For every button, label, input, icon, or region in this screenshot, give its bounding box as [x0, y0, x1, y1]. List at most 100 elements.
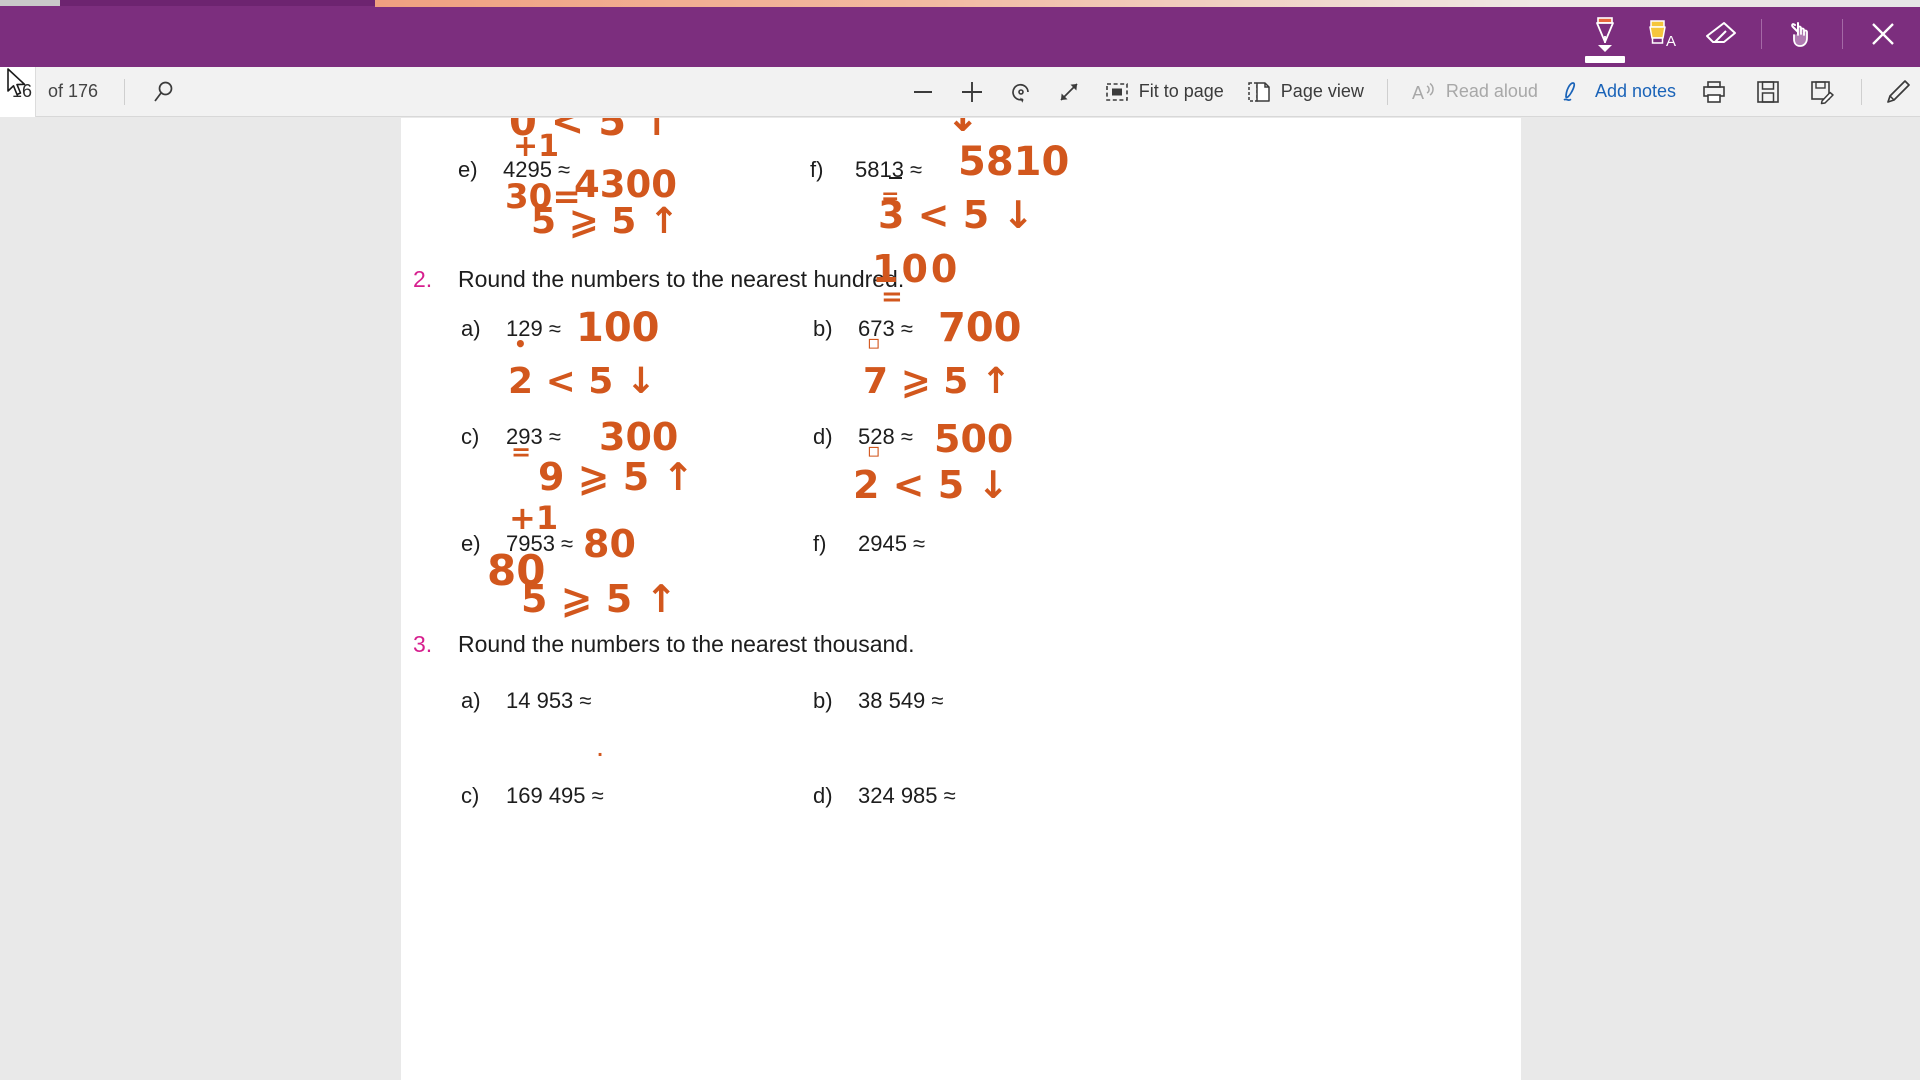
add-notes-label: Add notes — [1594, 81, 1676, 101]
save-button[interactable] — [1741, 72, 1795, 112]
read-aloud-button[interactable]: A Read aloud — [1400, 72, 1549, 112]
ink-digit-mark-2b: ▫ — [867, 330, 881, 354]
item-letter-2b: b) — [813, 316, 833, 341]
eraser-tool[interactable] — [1692, 0, 1750, 67]
window-edge-right — [375, 0, 1920, 7]
ink-carry-2e: +1 — [509, 499, 559, 537]
save-as-button[interactable] — [1795, 72, 1849, 112]
ink-answer-2c: 300 — [599, 415, 679, 459]
window-edge-left — [0, 0, 60, 6]
command-bar: 16 of 176 Fit to page Page view A Read a… — [0, 66, 1920, 117]
digit-underline-1f — [889, 177, 902, 179]
item-letter-2c: c) — [461, 424, 480, 449]
ink-rule-2d: 2 < 5 ↓ — [853, 463, 1010, 507]
ink-digit-mark-2a: • — [514, 332, 527, 356]
item-value-2f: 2945 ≈ — [858, 531, 926, 556]
minus-icon — [910, 79, 936, 105]
ink-mark-2c: = — [511, 438, 532, 466]
cmd-divider-1 — [124, 78, 126, 105]
item-value-3b: 38 549 ≈ — [858, 688, 944, 713]
document-viewer[interactable]: 0 < 5 ↑ ↓ +1 e) 4295 ≈ 4300 30= 5 ⩾ 5 ↑ … — [0, 118, 1920, 1080]
ink-digit-mark-2d: ▫ — [867, 438, 881, 462]
item-letter-2f: f) — [813, 531, 827, 556]
item-letter-3a: a) — [461, 688, 481, 713]
page-view-label: Page view — [1280, 81, 1364, 101]
draw-pen-icon — [1882, 77, 1912, 107]
ink-rule-2a: 2 < 5 ↓ — [508, 361, 657, 402]
search-button[interactable] — [137, 72, 191, 112]
fit-to-page-button[interactable]: Fit to page — [1093, 72, 1235, 112]
ink-partial-top-2: ↓ — [946, 118, 980, 141]
item-letter-1f: f) — [810, 157, 824, 182]
window-edge-mid — [60, 0, 375, 6]
item-value-3a: 14 953 ≈ — [506, 688, 592, 713]
item-value-1f: 5813 ≈ — [855, 157, 923, 182]
close-icon — [1872, 22, 1894, 45]
cmd-divider-2 — [1386, 78, 1388, 105]
draw-button[interactable] — [1874, 72, 1920, 112]
ink-answer-2a: 100 — [576, 305, 660, 351]
ink-dot-mark: . — [597, 741, 604, 760]
ink-rule-2e: 5 ⩾ 5 ↑ — [521, 577, 678, 621]
item-letter-2d: d) — [813, 424, 833, 449]
fit-to-width-button[interactable] — [1045, 72, 1093, 112]
chevron-down-icon[interactable] — [1598, 45, 1612, 52]
hand-touch-icon — [1791, 21, 1808, 47]
toolbar-divider — [1761, 18, 1762, 49]
page-view-button[interactable]: Page view — [1235, 72, 1375, 112]
touch-writing-tool[interactable] — [1773, 0, 1831, 67]
fit-to-page-icon — [1104, 79, 1130, 105]
ink-answer-2e: 80 — [583, 522, 636, 566]
item-value-3d: 324 985 ≈ — [858, 783, 956, 808]
question-number-3: 3. — [413, 631, 433, 657]
ink-rule-2c: 9 ⩾ 5 ↑ — [538, 455, 695, 499]
toolbar-divider-2 — [1842, 18, 1843, 49]
page-total-label: of 176 — [48, 81, 99, 101]
add-notes-button[interactable]: Add notes — [1549, 72, 1687, 112]
save-as-icon — [1809, 79, 1835, 105]
ink-answer-1e: 4300 — [574, 163, 677, 206]
item-letter-2a: a) — [461, 316, 481, 341]
page-view-icon — [1246, 79, 1272, 105]
ink-toolbar: A — [0, 0, 1920, 67]
ink-answer-2b: 700 — [938, 305, 1022, 351]
ink-prompt-underline-2: = — [881, 282, 903, 312]
rotate-icon — [1008, 79, 1034, 105]
fit-to-page-label: Fit to page — [1138, 81, 1224, 101]
highlighter-icon: A — [1649, 19, 1676, 50]
ink-answer-2d: 500 — [934, 417, 1014, 461]
ink-rule-1f: 3 < 5 ↓ — [878, 193, 1035, 237]
eraser-icon — [1706, 21, 1736, 43]
add-notes-pen-icon — [1560, 79, 1586, 105]
document-page: 0 < 5 ↑ ↓ +1 e) 4295 ≈ 4300 30= 5 ⩾ 5 ↑ … — [401, 118, 1521, 1080]
item-letter-1e: e) — [458, 157, 478, 182]
item-letter-2e: e) — [461, 531, 481, 556]
highlighter-tool[interactable]: A — [1634, 0, 1692, 67]
question-prompt-2: Round the numbers to the nearest hundred… — [458, 266, 905, 292]
rotate-button[interactable] — [997, 72, 1045, 112]
svg-text:A: A — [1412, 83, 1424, 103]
zoom-in-button[interactable] — [947, 72, 997, 112]
save-disk-icon — [1755, 79, 1781, 105]
item-letter-3c: c) — [461, 783, 480, 808]
read-aloud-icon: A — [1411, 79, 1437, 105]
ink-rule-1e: 5 ⩾ 5 ↑ — [531, 201, 680, 242]
question-prompt-3: Round the numbers to the nearest thousan… — [458, 631, 915, 657]
ink-answer-1f: 5810 — [958, 139, 1070, 185]
plus-icon — [958, 78, 986, 106]
print-icon — [1701, 79, 1727, 105]
cmd-divider-3 — [1861, 78, 1862, 105]
ink-rule-2b: 7 ⩾ 5 ↑ — [863, 361, 1012, 402]
close-ink-toolbar[interactable] — [1854, 0, 1912, 67]
question-number-2: 2. — [413, 266, 433, 292]
svg-text:A: A — [1666, 33, 1676, 50]
page-number-input[interactable]: 16 — [0, 66, 36, 117]
print-button[interactable] — [1687, 72, 1741, 112]
diagonal-arrows-icon — [1056, 79, 1082, 105]
pen-tool[interactable] — [1576, 0, 1634, 67]
zoom-out-button[interactable] — [899, 72, 947, 112]
search-icon — [151, 79, 177, 105]
item-letter-3d: d) — [813, 783, 833, 808]
item-letter-3b: b) — [813, 688, 833, 713]
read-aloud-label: Read aloud — [1445, 81, 1538, 101]
